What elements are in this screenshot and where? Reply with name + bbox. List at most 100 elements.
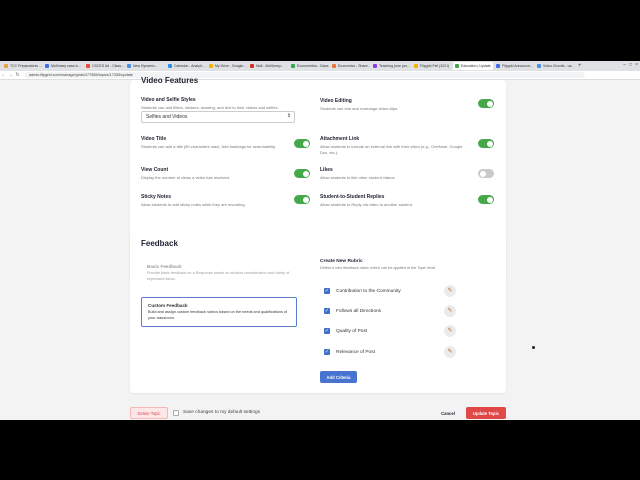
setting-student-replies: Student-to-Student Replies Allow student… (320, 194, 500, 208)
setting-title: Attachment Link (320, 136, 360, 142)
tab-label: Econometria - Class... (297, 64, 329, 68)
setting-likes: Likes Allow students to like other stude… (320, 167, 500, 181)
view-count-toggle[interactable] (294, 169, 310, 178)
basic-feedback-option[interactable]: Basic Feedback Provide basic feedback on… (141, 259, 297, 287)
tab-favicon-icon (4, 64, 8, 68)
delete-topic-button[interactable]: Delete Topic (130, 407, 168, 419)
attachment-link-toggle[interactable] (478, 139, 494, 148)
sticky-notes-toggle[interactable] (294, 195, 310, 204)
setting-desc: Allow students to include an external li… (320, 144, 463, 155)
setting-desc: Students can trim and rearrange video cl… (320, 106, 399, 111)
tab-label: Video Circuits - us... (543, 64, 575, 68)
setting-desc: Display the number of views a video has … (141, 175, 230, 180)
minimize-button[interactable]: – (623, 62, 626, 68)
url-field[interactable]: admin.flipgrid.com/manage/grids/477585/t… (25, 72, 585, 78)
tab-label: Education | Update (461, 64, 491, 68)
browser-tab[interactable]: Mail - McKinsey... (248, 62, 288, 70)
custom-feedback-option[interactable]: Custom Feedback Build and assign custom … (141, 297, 297, 327)
option-title: Basic Feedback (147, 264, 182, 269)
video-editing-toggle[interactable] (478, 99, 494, 108)
tab-label: Flipgrid Announce... (502, 64, 533, 68)
tab-label: CSCES Ad - Class... (92, 64, 124, 68)
edit-pencil-icon[interactable]: ✎ (444, 285, 456, 297)
browser-tab[interactable]: New Dynamic... (125, 62, 165, 70)
styles-select[interactable]: Selfies and Videos ⇕ (141, 111, 295, 123)
browser-tab[interactable]: McKinsey case in... (43, 62, 83, 70)
setting-title: Likes (320, 167, 333, 173)
save-defaults-checkbox[interactable] (173, 410, 179, 416)
option-desc: Provide basic feedback on a Response bas… (147, 271, 290, 281)
mouse-cursor (532, 346, 535, 349)
tab-favicon-icon (414, 64, 418, 68)
criterion-row: ✓ Follows all Directions (324, 306, 464, 316)
video-features-title: Video Features (141, 76, 199, 85)
tab-bar: TCC Preparatória: ... McKinsey case in...… (0, 61, 640, 71)
feedback-card: Feedback Basic Feedback Provide basic fe… (130, 233, 506, 393)
option-title: Custom Feedback (148, 303, 188, 308)
maximize-button[interactable]: □ (629, 62, 632, 68)
edit-pencil-icon[interactable]: ✎ (444, 346, 456, 358)
setting-desc: Allow students to Reply via video to ano… (320, 202, 413, 207)
browser-tab[interactable]: Econometria - Class... (289, 62, 329, 70)
tab-favicon-icon (45, 64, 49, 68)
tab-label: McKinsey case in... (51, 64, 82, 68)
update-topic-button[interactable]: Update Topic (466, 407, 506, 419)
browser-window: TCC Preparatória: ... McKinsey case in...… (0, 61, 640, 420)
criterion-label: Contribution to the Community (336, 288, 401, 294)
option-desc: Build and assign custom feedback rubrics… (148, 310, 288, 320)
criterion-checkbox[interactable]: ✓ (324, 328, 330, 334)
rubric-subtitle: Define a new feedback rubric which can b… (320, 266, 437, 270)
likes-toggle[interactable] (478, 169, 494, 178)
browser-tab[interactable]: TCC Preparatória: ... (2, 62, 42, 70)
browser-tab[interactable]: Economics - Share... (330, 62, 370, 70)
tab-favicon-icon (537, 64, 541, 68)
forward-icon[interactable]: → (7, 72, 14, 78)
video-title-toggle[interactable] (294, 139, 310, 148)
setting-video-editing: Video Editing Students can trim and rear… (320, 98, 500, 112)
edit-pencil-icon[interactable]: ✎ (444, 305, 456, 317)
browser-tab[interactable]: CSCES Ad - Class... (84, 62, 124, 70)
browser-tab[interactable]: Flipgrid Fell (2021) (412, 62, 452, 70)
browser-tab[interactable]: Flipgrid Announce... (494, 62, 534, 70)
student-replies-toggle[interactable] (478, 195, 494, 204)
setting-title: Video and Selfie Styles (141, 97, 196, 103)
tab-label: TCC Preparatória: ... (10, 64, 42, 68)
setting-title: Video Editing (320, 98, 352, 104)
rubric-title: Create New Rubric (320, 259, 363, 264)
setting-desc: Allow students to like other student vid… (320, 175, 396, 180)
setting-desc: Allow students to add sticky notes while… (141, 202, 246, 207)
feedback-title: Feedback (141, 239, 178, 248)
close-window-button[interactable]: × (635, 62, 638, 68)
criterion-checkbox[interactable]: ✓ (324, 349, 330, 355)
setting-desc: Students can add a title (80 characters … (141, 144, 276, 149)
criterion-checkbox[interactable]: ✓ (324, 308, 330, 314)
criterion-checkbox[interactable]: ✓ (324, 288, 330, 294)
tab-label: Teaching (one pro... (379, 64, 410, 68)
browser-tab[interactable]: My Drive - Google... (207, 62, 247, 70)
setting-attachment-link: Attachment Link Allow students to includ… (320, 136, 500, 156)
setting-video-selfie-styles: Video and Selfie Styles Students can add… (141, 97, 321, 111)
tab-favicon-icon (496, 64, 500, 68)
tab-favicon-icon (373, 64, 377, 68)
browser-tab[interactable]: Teaching (one pro... (371, 62, 411, 70)
cancel-button[interactable]: Cancel (436, 407, 460, 419)
edit-pencil-icon[interactable]: ✎ (444, 325, 456, 337)
rubric-header: Create New Rubric Define a new feedback … (320, 259, 436, 270)
save-defaults-label: Save changes to my default settings (183, 410, 261, 415)
reload-icon[interactable]: ↻ (14, 72, 21, 78)
criterion-label: Relevance of Post (336, 349, 375, 355)
window-controls: – □ × (623, 62, 638, 68)
tab-label: Flipgrid Fell (2021) (420, 64, 450, 68)
browser-tab[interactable]: Education | Update (453, 62, 493, 70)
add-criteria-button[interactable]: Add Criteria (320, 371, 357, 383)
browser-tab[interactable]: Video Circuits - us... (535, 62, 575, 70)
tab-favicon-icon (332, 64, 336, 68)
tab-label: Calendar - Analyti... (174, 64, 205, 68)
criterion-label: Quality of Post (336, 328, 368, 334)
new-tab-button[interactable]: + (578, 63, 582, 69)
tab-favicon-icon (250, 64, 254, 68)
setting-title: Student-to-Student Replies (320, 194, 385, 200)
back-icon[interactable]: ← (0, 72, 7, 78)
browser-tab[interactable]: Calendar - Analyti... (166, 62, 206, 70)
styles-select-value: Selfies and Videos (146, 114, 188, 120)
